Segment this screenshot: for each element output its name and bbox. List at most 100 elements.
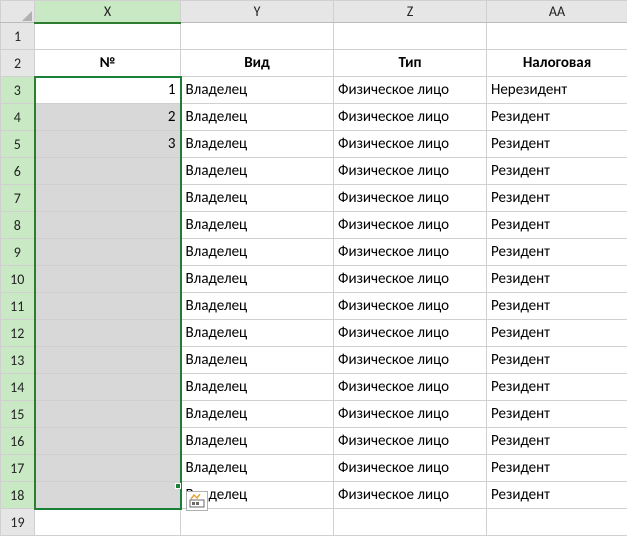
row-header[interactable]: 13 xyxy=(1,347,35,374)
cell-num[interactable] xyxy=(35,401,181,428)
row-header[interactable]: 9 xyxy=(1,239,35,266)
cell-vid[interactable]: Владелец xyxy=(181,428,334,455)
cell-num[interactable] xyxy=(35,374,181,401)
cell-nal[interactable]: Резидент xyxy=(487,374,627,401)
select-all-corner[interactable] xyxy=(1,1,35,23)
cell-nal[interactable]: Резидент xyxy=(487,293,627,320)
cell-num[interactable] xyxy=(35,212,181,239)
row-header[interactable]: 6 xyxy=(1,158,35,185)
cell-nal[interactable]: Резидент xyxy=(487,320,627,347)
row-header[interactable]: 5 xyxy=(1,131,35,158)
cell-vid[interactable]: Владелец xyxy=(181,374,334,401)
cell[interactable] xyxy=(181,509,334,536)
row-header[interactable]: 8 xyxy=(1,212,35,239)
cell-vid[interactable]: Владелец xyxy=(181,185,334,212)
cell-nal[interactable]: Резидент xyxy=(487,428,627,455)
cell-nal[interactable]: Резидент xyxy=(487,401,627,428)
row-header[interactable]: 4 xyxy=(1,104,35,131)
cell[interactable] xyxy=(487,509,627,536)
cell-num[interactable] xyxy=(35,455,181,482)
table-header-tip[interactable]: Тип xyxy=(334,50,487,77)
cell-nal[interactable]: Нерезидент xyxy=(487,77,627,104)
cell-num[interactable] xyxy=(35,239,181,266)
row-header[interactable]: 1 xyxy=(1,23,35,50)
cell-nal[interactable]: Резидент xyxy=(487,455,627,482)
cell-nal[interactable]: Резидент xyxy=(487,347,627,374)
cell-num[interactable] xyxy=(35,482,181,509)
row-header[interactable]: 3 xyxy=(1,77,35,104)
cell[interactable] xyxy=(487,23,627,50)
cell-tip[interactable]: Физическое лицо xyxy=(334,482,487,509)
row-header[interactable]: 10 xyxy=(1,266,35,293)
cell-tip[interactable]: Физическое лицо xyxy=(334,104,487,131)
cell-tip[interactable]: Физическое лицо xyxy=(334,158,487,185)
cell-vid[interactable]: Владелец xyxy=(181,293,334,320)
cell-num[interactable] xyxy=(35,293,181,320)
cell-vid[interactable]: Владелец xyxy=(181,158,334,185)
cell-nal[interactable]: Резидент xyxy=(487,185,627,212)
column-header-z[interactable]: Z xyxy=(334,1,487,23)
cell-num[interactable] xyxy=(35,266,181,293)
row-header[interactable]: 11 xyxy=(1,293,35,320)
cell-tip[interactable]: Физическое лицо xyxy=(334,212,487,239)
cell-num[interactable] xyxy=(35,347,181,374)
spreadsheet-grid[interactable]: X Y Z AA 1 2 № Вид Тип Налоговая 3 1 Вла… xyxy=(0,0,627,536)
cell[interactable] xyxy=(334,23,487,50)
cell-tip[interactable]: Физическое лицо xyxy=(334,185,487,212)
cell-vid[interactable]: Владелец xyxy=(181,131,334,158)
table-header-nal[interactable]: Налоговая xyxy=(487,50,627,77)
cell[interactable] xyxy=(35,23,181,50)
cell-vid[interactable]: Владелец xyxy=(181,104,334,131)
cell-vid[interactable]: Владелец xyxy=(181,455,334,482)
column-header-y[interactable]: Y xyxy=(181,1,334,23)
cell-nal[interactable]: Резидент xyxy=(487,239,627,266)
cell[interactable] xyxy=(334,509,487,536)
cell[interactable] xyxy=(181,23,334,50)
cell-num[interactable]: 1 xyxy=(35,77,181,104)
cell-tip[interactable]: Физическое лицо xyxy=(334,455,487,482)
cell-num[interactable] xyxy=(35,320,181,347)
row-header[interactable]: 15 xyxy=(1,401,35,428)
column-header-aa[interactable]: AA xyxy=(487,1,627,23)
cell-num[interactable] xyxy=(35,185,181,212)
cell-vid[interactable]: Владелец xyxy=(181,401,334,428)
row-header[interactable]: 2 xyxy=(1,50,35,77)
cell-nal[interactable]: Резидент xyxy=(487,131,627,158)
cell-tip[interactable]: Физическое лицо xyxy=(334,239,487,266)
cell-tip[interactable]: Физическое лицо xyxy=(334,374,487,401)
cell-tip[interactable]: Физическое лицо xyxy=(334,428,487,455)
cell-tip[interactable]: Физическое лицо xyxy=(334,401,487,428)
cell-num[interactable] xyxy=(35,158,181,185)
cell-vid[interactable]: Владелец xyxy=(181,239,334,266)
row-header[interactable]: 12 xyxy=(1,320,35,347)
cell-vid[interactable]: Владелец xyxy=(181,347,334,374)
cell-num[interactable]: 2 xyxy=(35,104,181,131)
cell-vid[interactable]: Владелец xyxy=(181,266,334,293)
cell-tip[interactable]: Физическое лицо xyxy=(334,293,487,320)
cell-vid[interactable]: Владелец xyxy=(181,212,334,239)
cell-nal[interactable]: Резидент xyxy=(487,104,627,131)
cell-nal[interactable]: Резидент xyxy=(487,266,627,293)
row-header[interactable]: 14 xyxy=(1,374,35,401)
cell-tip[interactable]: Физическое лицо xyxy=(334,266,487,293)
row-header[interactable]: 7 xyxy=(1,185,35,212)
cell-tip[interactable]: Физическое лицо xyxy=(334,131,487,158)
cell-vid[interactable]: Владелец xyxy=(181,77,334,104)
row-header[interactable]: 17 xyxy=(1,455,35,482)
cell-tip[interactable]: Физическое лицо xyxy=(334,320,487,347)
cell-num[interactable] xyxy=(35,428,181,455)
cell-nal[interactable]: Резидент xyxy=(487,212,627,239)
row-header[interactable]: 19 xyxy=(1,509,35,536)
table-header-num[interactable]: № xyxy=(35,50,181,77)
column-header-x[interactable]: X xyxy=(35,1,181,23)
cell-nal[interactable]: Резидент xyxy=(487,482,627,509)
fill-handle[interactable] xyxy=(175,483,181,489)
cell-tip[interactable]: Физическое лицо xyxy=(334,347,487,374)
row-header[interactable]: 16 xyxy=(1,428,35,455)
cell[interactable] xyxy=(35,509,181,536)
row-header[interactable]: 18 xyxy=(1,482,35,509)
table-header-vid[interactable]: Вид xyxy=(181,50,334,77)
cell-tip[interactable]: Физическое лицо xyxy=(334,77,487,104)
cell-nal[interactable]: Резидент xyxy=(487,158,627,185)
cell-vid[interactable]: Владелец xyxy=(181,320,334,347)
